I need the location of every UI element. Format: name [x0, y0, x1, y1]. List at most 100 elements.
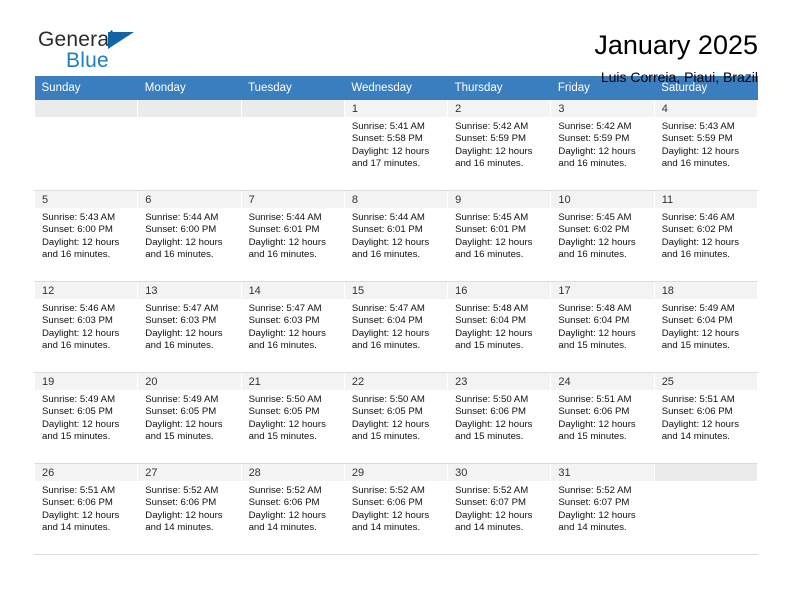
- sunset-text: Sunset: 6:03 PM: [248, 315, 320, 327]
- daylight-text: Daylight: 12 hours and 15 minutes.: [248, 418, 326, 443]
- sunrise-text: Sunrise: 5:47 AM: [351, 303, 425, 314]
- sunset-text: Sunset: 6:01 PM: [248, 224, 320, 236]
- sunrise-text: Sunrise: 5:51 AM: [558, 394, 632, 405]
- day-cell[interactable]: 18 Sunrise: 5:49 AM Sunset: 6:04 PM Dayl…: [653, 281, 759, 373]
- sunset-text: Sunset: 6:06 PM: [661, 406, 733, 418]
- day-cell[interactable]: 8 Sunrise: 5:44 AM Sunset: 6:01 PM Dayli…: [343, 190, 449, 282]
- day-number: 23: [448, 373, 551, 390]
- day-cell[interactable]: 28 Sunrise: 5:52 AM Sunset: 6:06 PM Dayl…: [240, 463, 345, 555]
- day-cell[interactable]: 13 Sunrise: 5:47 AM Sunset: 6:03 PM Dayl…: [137, 281, 242, 373]
- day-cell[interactable]: 30 Sunrise: 5:52 AM Sunset: 6:07 PM Dayl…: [447, 463, 552, 555]
- day-cell[interactable]: 12 Sunrise: 5:46 AM Sunset: 6:03 PM Dayl…: [33, 281, 139, 373]
- day-number: 6: [138, 191, 241, 208]
- day-cell-empty: [137, 100, 242, 191]
- daylight-text: Daylight: 12 hours and 14 minutes.: [145, 509, 223, 534]
- day-number: 8: [344, 191, 448, 208]
- sunrise-text: Sunrise: 5:45 AM: [455, 212, 529, 223]
- day-number: 27: [138, 464, 241, 481]
- sunset-text: Sunset: 6:04 PM: [455, 315, 527, 327]
- day-details: Sunrise: 5:47 AM Sunset: 6:03 PM Dayligh…: [138, 299, 240, 353]
- day-number: 11: [654, 191, 757, 208]
- day-cell[interactable]: 7 Sunrise: 5:44 AM Sunset: 6:01 PM Dayli…: [240, 190, 345, 282]
- calendar-week-row: 26 Sunrise: 5:51 AM Sunset: 6:06 PM Dayl…: [33, 463, 759, 555]
- day-cell[interactable]: 14 Sunrise: 5:47 AM Sunset: 6:03 PM Dayl…: [240, 281, 345, 373]
- sunrise-text: Sunrise: 5:50 AM: [248, 394, 322, 405]
- day-cell[interactable]: 26 Sunrise: 5:51 AM Sunset: 6:06 PM Dayl…: [33, 463, 139, 555]
- day-cell[interactable]: 1 Sunrise: 5:41 AM Sunset: 5:58 PM Dayli…: [343, 100, 449, 191]
- sunset-text: Sunset: 6:07 PM: [558, 497, 630, 509]
- day-number: 12: [35, 282, 138, 299]
- day-cell[interactable]: 11 Sunrise: 5:46 AM Sunset: 6:02 PM Dayl…: [653, 190, 759, 282]
- day-details: Sunrise: 5:43 AM Sunset: 5:59 PM Dayligh…: [655, 117, 757, 171]
- sunset-text: Sunset: 6:00 PM: [145, 224, 217, 236]
- sunrise-text: Sunrise: 5:49 AM: [145, 394, 219, 405]
- day-number: 30: [448, 464, 551, 481]
- sunset-text: Sunset: 6:06 PM: [455, 406, 527, 418]
- daylight-text: Daylight: 12 hours and 16 minutes.: [558, 236, 636, 261]
- sunrise-text: Sunrise: 5:42 AM: [455, 121, 529, 132]
- sunrise-text: Sunrise: 5:43 AM: [661, 121, 735, 132]
- sunset-text: Sunset: 6:05 PM: [145, 406, 217, 418]
- calendar-week-row: 12 Sunrise: 5:46 AM Sunset: 6:03 PM Dayl…: [33, 281, 759, 373]
- day-number: 28: [241, 464, 344, 481]
- daylight-text: Daylight: 12 hours and 15 minutes.: [661, 327, 740, 352]
- day-cell[interactable]: 17 Sunrise: 5:48 AM Sunset: 6:04 PM Dayl…: [550, 281, 655, 373]
- day-cell[interactable]: 3 Sunrise: 5:42 AM Sunset: 5:59 PM Dayli…: [550, 100, 655, 191]
- sunset-text: Sunset: 5:59 PM: [558, 133, 630, 145]
- day-details: Sunrise: 5:52 AM Sunset: 6:06 PM Dayligh…: [345, 481, 447, 535]
- day-cell[interactable]: 2 Sunrise: 5:42 AM Sunset: 5:59 PM Dayli…: [447, 100, 552, 191]
- sunset-text: Sunset: 6:06 PM: [42, 497, 113, 509]
- day-cell[interactable]: 6 Sunrise: 5:44 AM Sunset: 6:00 PM Dayli…: [137, 190, 242, 282]
- day-number: 9: [448, 191, 551, 208]
- day-details: Sunrise: 5:47 AM Sunset: 6:04 PM Dayligh…: [345, 299, 447, 353]
- day-number: 18: [654, 282, 757, 299]
- day-cell[interactable]: 9 Sunrise: 5:45 AM Sunset: 6:01 PM Dayli…: [447, 190, 552, 282]
- day-cell[interactable]: 16 Sunrise: 5:48 AM Sunset: 6:04 PM Dayl…: [447, 281, 552, 373]
- daylight-text: Daylight: 12 hours and 16 minutes.: [455, 236, 533, 261]
- general-blue-logo[interactable]: General Blue: [34, 28, 168, 80]
- day-details: Sunrise: 5:48 AM Sunset: 6:04 PM Dayligh…: [448, 299, 550, 353]
- day-details: Sunrise: 5:47 AM Sunset: 6:03 PM Dayligh…: [242, 299, 344, 353]
- daylight-text: Daylight: 12 hours and 15 minutes.: [42, 418, 120, 443]
- sunrise-text: Sunrise: 5:44 AM: [351, 212, 425, 223]
- day-number: 14: [241, 282, 344, 299]
- day-details: Sunrise: 5:46 AM Sunset: 6:02 PM Dayligh…: [655, 208, 757, 262]
- page-title: January 2025: [594, 30, 758, 60]
- sunset-text: Sunset: 6:06 PM: [145, 497, 217, 509]
- day-cell[interactable]: 20 Sunrise: 5:49 AM Sunset: 6:05 PM Dayl…: [137, 372, 242, 464]
- daylight-text: Daylight: 12 hours and 14 minutes.: [661, 418, 740, 443]
- title-block: January 2025 Luis Correia, Piaui, Brazil: [594, 28, 758, 86]
- logo-triangle-icon: [108, 32, 134, 49]
- day-details: Sunrise: 5:42 AM Sunset: 5:59 PM Dayligh…: [551, 117, 653, 171]
- weekday-header-tuesday: Tuesday: [241, 76, 345, 100]
- sunrise-text: Sunrise: 5:46 AM: [42, 303, 116, 314]
- day-cell[interactable]: 27 Sunrise: 5:52 AM Sunset: 6:06 PM Dayl…: [137, 463, 242, 555]
- day-details: Sunrise: 5:48 AM Sunset: 6:04 PM Dayligh…: [551, 299, 653, 353]
- daylight-text: Daylight: 12 hours and 14 minutes.: [248, 509, 326, 534]
- day-cell[interactable]: 19 Sunrise: 5:49 AM Sunset: 6:05 PM Dayl…: [33, 372, 139, 464]
- day-cell[interactable]: 29 Sunrise: 5:52 AM Sunset: 6:06 PM Dayl…: [343, 463, 449, 555]
- daylight-text: Daylight: 12 hours and 16 minutes.: [248, 236, 326, 261]
- day-details: Sunrise: 5:45 AM Sunset: 6:01 PM Dayligh…: [448, 208, 550, 262]
- day-cell[interactable]: 10 Sunrise: 5:45 AM Sunset: 6:02 PM Dayl…: [550, 190, 655, 282]
- day-number: 13: [138, 282, 241, 299]
- day-details: Sunrise: 5:45 AM Sunset: 6:02 PM Dayligh…: [551, 208, 653, 262]
- day-cell[interactable]: 23 Sunrise: 5:50 AM Sunset: 6:06 PM Dayl…: [447, 372, 552, 464]
- day-details: Sunrise: 5:49 AM Sunset: 6:04 PM Dayligh…: [655, 299, 757, 353]
- day-details: Sunrise: 5:49 AM Sunset: 6:05 PM Dayligh…: [35, 390, 137, 444]
- day-details: [242, 117, 344, 121]
- sunrise-text: Sunrise: 5:51 AM: [42, 485, 116, 496]
- day-cell[interactable]: 25 Sunrise: 5:51 AM Sunset: 6:06 PM Dayl…: [653, 372, 759, 464]
- day-cell[interactable]: 31 Sunrise: 5:52 AM Sunset: 6:07 PM Dayl…: [550, 463, 655, 555]
- day-cell[interactable]: 15 Sunrise: 5:47 AM Sunset: 6:04 PM Dayl…: [343, 281, 449, 373]
- sunrise-text: Sunrise: 5:47 AM: [248, 303, 322, 314]
- calendar-body: 1 Sunrise: 5:41 AM Sunset: 5:58 PM Dayli…: [33, 100, 759, 555]
- day-details: Sunrise: 5:50 AM Sunset: 6:05 PM Dayligh…: [345, 390, 447, 444]
- day-cell[interactable]: 4 Sunrise: 5:43 AM Sunset: 5:59 PM Dayli…: [653, 100, 759, 191]
- day-cell[interactable]: 5 Sunrise: 5:43 AM Sunset: 6:00 PM Dayli…: [33, 190, 139, 282]
- daylight-text: Daylight: 12 hours and 15 minutes.: [351, 418, 430, 443]
- day-cell[interactable]: 21 Sunrise: 5:50 AM Sunset: 6:05 PM Dayl…: [240, 372, 345, 464]
- day-cell[interactable]: 24 Sunrise: 5:51 AM Sunset: 6:06 PM Dayl…: [550, 372, 655, 464]
- day-number: 20: [138, 373, 241, 390]
- day-cell[interactable]: 22 Sunrise: 5:50 AM Sunset: 6:05 PM Dayl…: [343, 372, 449, 464]
